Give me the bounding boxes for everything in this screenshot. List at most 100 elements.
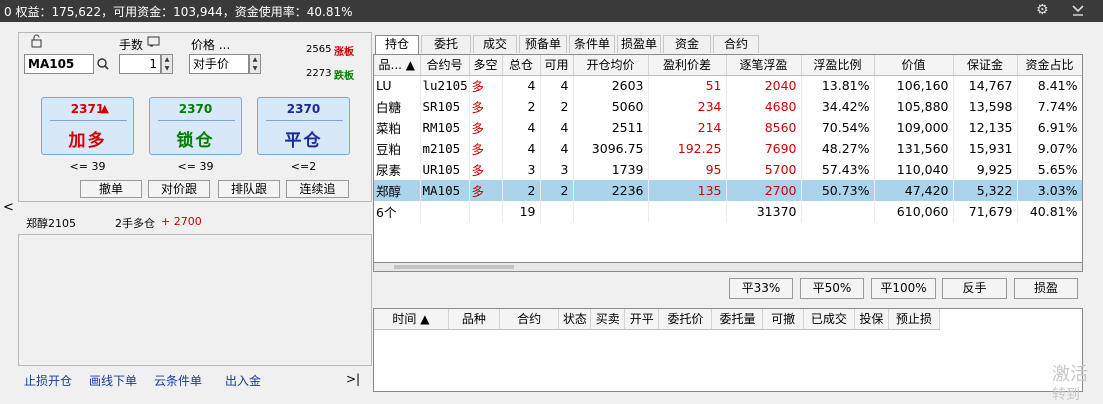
limit-down-value: 2273 [306, 68, 332, 79]
search-icon[interactable] [96, 57, 110, 74]
account-summary-text: 0 权益：175,622，可用资金：103,944，资金使用率：40.81% [4, 3, 353, 20]
account-summary-bar: 0 权益：175,622，可用资金：103,944，资金使用率：40.81% ⚙ [0, 0, 1103, 22]
qty-input[interactable]: 1 [119, 54, 161, 74]
table-cell: 菜粕 [374, 117, 421, 138]
price-stepper[interactable]: ▲ ▼ [249, 54, 261, 74]
column-header[interactable]: 逐笔浮盈 [726, 55, 802, 76]
tab-orders[interactable]: 委托 [421, 35, 471, 53]
table-cell: 郑醇 [374, 180, 421, 201]
lock-position-button[interactable]: 2370 锁仓 [149, 97, 242, 155]
column-header[interactable]: 品... ▲ [374, 55, 421, 76]
cancel-order-button[interactable]: 撤单 [80, 180, 142, 198]
tab-contracts[interactable]: 合约 [713, 35, 759, 53]
stop-loss-open-link[interactable]: 止损开仓 [24, 372, 72, 389]
table-row[interactable]: LU lu2105 多 4 4 2603 51 2040 13.81% 106,160 14,767… [374, 75, 1082, 96]
column-header[interactable]: 合约号 [420, 55, 470, 76]
column-header[interactable]: 资金占比 [1017, 55, 1082, 76]
table-cell: MA105 [420, 180, 470, 201]
column-header[interactable]: 可用 [540, 55, 574, 76]
column-header[interactable]: 价值 [874, 55, 954, 76]
keyboard-icon[interactable] [147, 36, 161, 51]
column-header[interactable]: 委托量 [711, 309, 764, 330]
column-header[interactable]: 保证金 [953, 55, 1018, 76]
usage-value: 40.81% [306, 5, 353, 19]
funds-transfer-link[interactable]: 出入金 [225, 372, 261, 389]
table-row[interactable]: 郑醇 MA105 多 2 2 2236 135 2700 50.73% 47,420 5,322 3.… [374, 180, 1082, 201]
table-cell: 95 [648, 159, 727, 180]
gear-icon[interactable]: ⚙ [1036, 2, 1049, 18]
column-header[interactable]: 总仓 [502, 55, 541, 76]
table-cell: 7690 [726, 138, 802, 159]
table-cell: 2 [502, 180, 541, 201]
available-value: 103,944 [173, 5, 223, 19]
stop-profit-button[interactable]: 损盈 [1014, 278, 1078, 299]
table-cell: 4 [540, 75, 574, 96]
add-long-button[interactable]: 2371 ▲ 加多 [41, 97, 134, 155]
orders-table: 时间 ▲ 品种 合约 状态 买卖 开平 委托价 委托量 可撤 已成交 投保 预止损 [373, 308, 1083, 392]
table-cell: 5060 [573, 96, 649, 117]
expand-arrow-icon[interactable]: >| [346, 372, 360, 386]
close-33-button[interactable]: 平33% [729, 278, 793, 299]
positions-header-row: 品... ▲ 合约号 多空 总仓 可用 开仓均价 盈利价差 逐笔浮盈 浮盈比例 价值 保证金 资金占比 [374, 55, 1082, 76]
column-header[interactable]: 合约 [499, 309, 560, 330]
orders-header-row: 时间 ▲ 品种 合约 状态 买卖 开平 委托价 委托量 可撤 已成交 投保 预止损 [374, 309, 941, 330]
line-order-link[interactable]: 画线下单 [89, 372, 137, 389]
table-cell: 2 [540, 96, 574, 117]
column-header[interactable]: 已成交 [803, 309, 855, 330]
table-cell: 多 [469, 159, 503, 180]
scrollbar-thumb[interactable] [394, 265, 514, 269]
table-row[interactable]: 尿素 UR105 多 3 3 1739 95 5700 57.43% 110,040 9,925 5.… [374, 159, 1082, 180]
tab-funds[interactable]: 资金 [663, 35, 711, 53]
cloud-condition-link[interactable]: 云条件单 [154, 372, 202, 389]
table-row[interactable]: 白糖 SR105 多 2 2 5060 234 4680 34.42% 105,880 13,598… [374, 96, 1082, 117]
horizontal-scrollbar[interactable] [373, 262, 1083, 272]
total-cell: 31370 [726, 201, 802, 222]
add-long-button-label: 加多 [68, 131, 107, 151]
total-cell: 19 [502, 201, 541, 222]
column-header[interactable]: 状态 [558, 309, 592, 330]
column-header[interactable]: 可撤 [762, 309, 804, 330]
column-header[interactable]: 多空 [469, 55, 503, 76]
reverse-button[interactable]: 反手 [942, 278, 1007, 299]
counter-price-follow-button[interactable]: 对价跟 [148, 180, 210, 198]
close-position-button[interactable]: 2370 平仓 [257, 97, 350, 155]
table-row[interactable]: 豆粕 m2105 多 4 4 3096.75 192.25 7690 48.27% 131,560… [374, 138, 1082, 159]
column-header[interactable]: 时间 ▲ [374, 309, 449, 330]
column-header[interactable]: 买卖 [590, 309, 626, 330]
tab-prepared[interactable]: 预备单 [519, 35, 567, 53]
column-header[interactable]: 开平 [624, 309, 660, 330]
chevron-down-icon[interactable] [1071, 1, 1085, 21]
price-type-select[interactable]: 对手价 [189, 54, 249, 74]
column-header[interactable]: 委托价 [658, 309, 713, 330]
table-cell: 多 [469, 180, 503, 201]
tab-stop-profit[interactable]: 损盈单 [617, 35, 661, 53]
add-long-button-limit-note: <= 39 [69, 160, 106, 173]
column-header[interactable]: 投保 [854, 309, 889, 330]
table-cell: 48.27% [801, 138, 875, 159]
table-cell: 2700 [726, 180, 802, 201]
tab-positions[interactable]: 持仓 [375, 35, 419, 54]
qty-stepper[interactable]: ▲ ▼ [161, 54, 173, 74]
close-100-button[interactable]: 平100% [871, 278, 936, 299]
column-header[interactable]: 开仓均价 [573, 55, 649, 76]
lock-icon[interactable] [30, 34, 44, 51]
symbol-input[interactable]: MA105 [24, 54, 94, 74]
tab-conditional[interactable]: 条件单 [569, 35, 615, 53]
position-summary: 2手多仓 [115, 217, 155, 230]
queue-follow-button[interactable]: 排队跟 [218, 180, 280, 198]
table-cell: 4 [540, 138, 574, 159]
column-header[interactable]: 预止损 [888, 309, 941, 330]
total-cell [573, 201, 649, 222]
table-cell: 109,000 [874, 117, 954, 138]
continuous-chase-button[interactable]: 连续追 [286, 180, 349, 198]
collapse-arrow-icon[interactable]: < [3, 200, 14, 215]
column-header[interactable]: 浮盈比例 [801, 55, 875, 76]
table-cell: 5.65% [1017, 159, 1082, 180]
close-50-button[interactable]: 平50% [800, 278, 864, 299]
total-cell: 6个 [374, 201, 421, 222]
column-header[interactable]: 盈利价差 [648, 55, 727, 76]
column-header[interactable]: 品种 [448, 309, 500, 330]
tab-trades[interactable]: 成交 [473, 35, 517, 53]
table-cell: SR105 [420, 96, 470, 117]
table-row[interactable]: 菜粕 RM105 多 4 4 2511 214 8560 70.54% 109,000 12,135… [374, 117, 1082, 138]
